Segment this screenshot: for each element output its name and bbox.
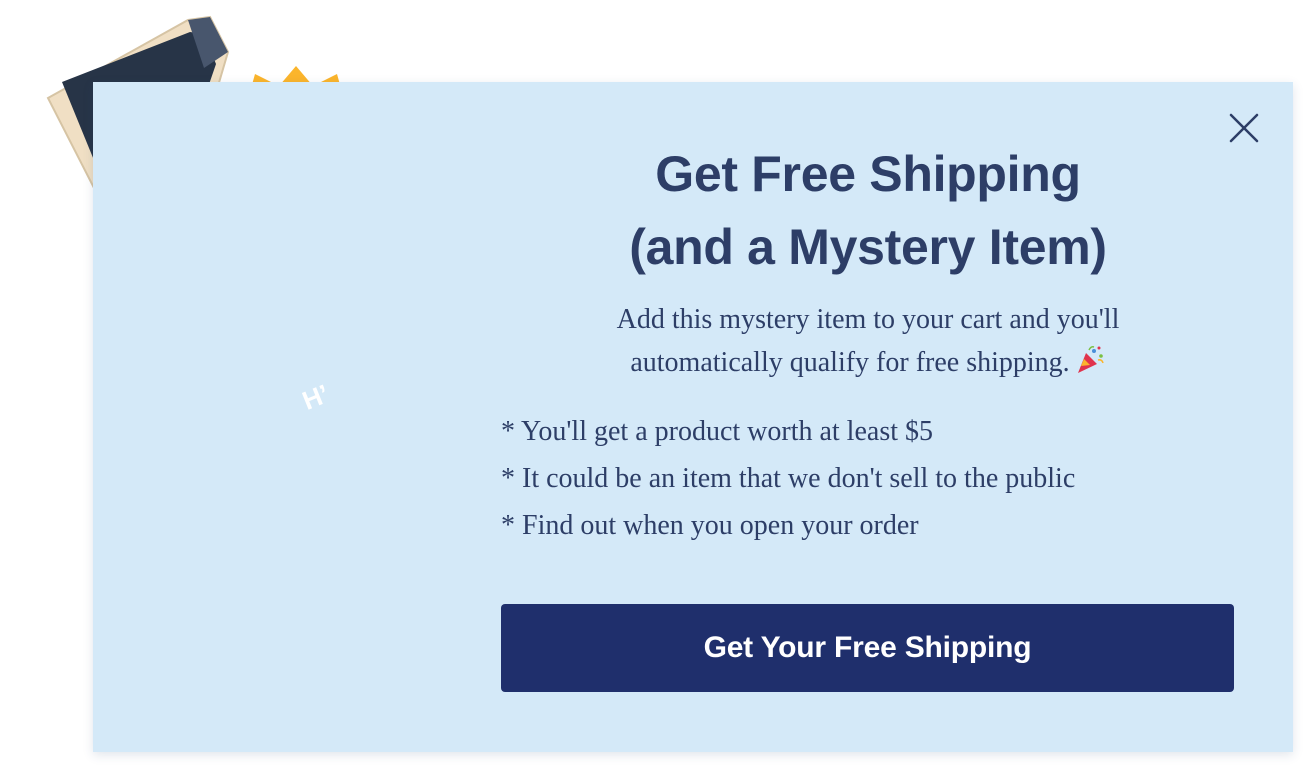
list-item: * Find out when you open your order bbox=[501, 510, 919, 541]
popup-content: Get Free Shipping (and a Mystery Item) A… bbox=[501, 82, 1235, 692]
list-item: * It could be an item that we don't sell… bbox=[501, 463, 1076, 494]
page: Get Free Shipping (and a Mystery Item) A… bbox=[0, 0, 1309, 767]
popup-title-line-1: Get Free Shipping bbox=[655, 146, 1081, 202]
party-popper-icon bbox=[1077, 346, 1104, 373]
popup-description: Add this mystery item to your cart and y… bbox=[501, 298, 1235, 384]
list-item: * You'll get a product worth at least $5 bbox=[501, 416, 933, 447]
free-shipping-popup: Get Free Shipping (and a Mystery Item) A… bbox=[93, 82, 1293, 752]
popup-description-line-2: automatically qualify for free shipping. bbox=[501, 341, 1235, 384]
popup-title-line-2: (and a Mystery Item) bbox=[629, 219, 1107, 275]
popup-title: Get Free Shipping (and a Mystery Item) bbox=[501, 82, 1235, 284]
benefits-list: * You'll get a product worth at least $5… bbox=[501, 408, 1235, 549]
popup-description-line-1: Add this mystery item to your cart and y… bbox=[616, 304, 1120, 335]
get-free-shipping-button[interactable]: Get Your Free Shipping bbox=[501, 604, 1234, 692]
